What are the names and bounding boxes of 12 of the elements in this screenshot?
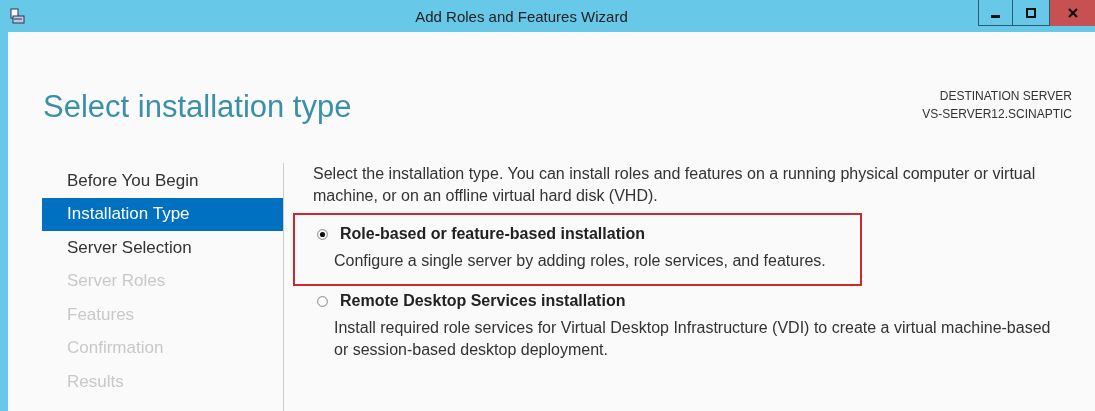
destination-server: VS-SERVER12.SCINAPTIC <box>922 106 1072 123</box>
page-heading: Select installation type <box>43 88 352 126</box>
option-description: Configure a single server by adding roles, role services, and features. <box>333 251 827 271</box>
intro-text: Select the installation type. You can install roles and features on a running physical computer or virtual machine, or on an offline virtual hard disk (VHD). <box>313 164 1037 206</box>
sidebar-item[interactable]: Before You Begin <box>42 164 283 198</box>
option-description: Install required role services for Virtual Desktop Infrastructure (VDI) to create a virtual machine-based or session-based desktop deployment. <box>333 318 1052 360</box>
sidebar-item[interactable]: Installation Type <box>42 197 283 231</box>
window-title: Add Roles and Features Wizard <box>414 7 629 25</box>
option-label[interactable]: Remote Desktop Services installation <box>340 290 626 312</box>
sidebar-item[interactable]: Server Selection <box>42 231 283 265</box>
destination-label: DESTINATION SERVER <box>938 88 1072 105</box>
option-label[interactable]: Role-based or feature-based installation <box>340 223 645 245</box>
